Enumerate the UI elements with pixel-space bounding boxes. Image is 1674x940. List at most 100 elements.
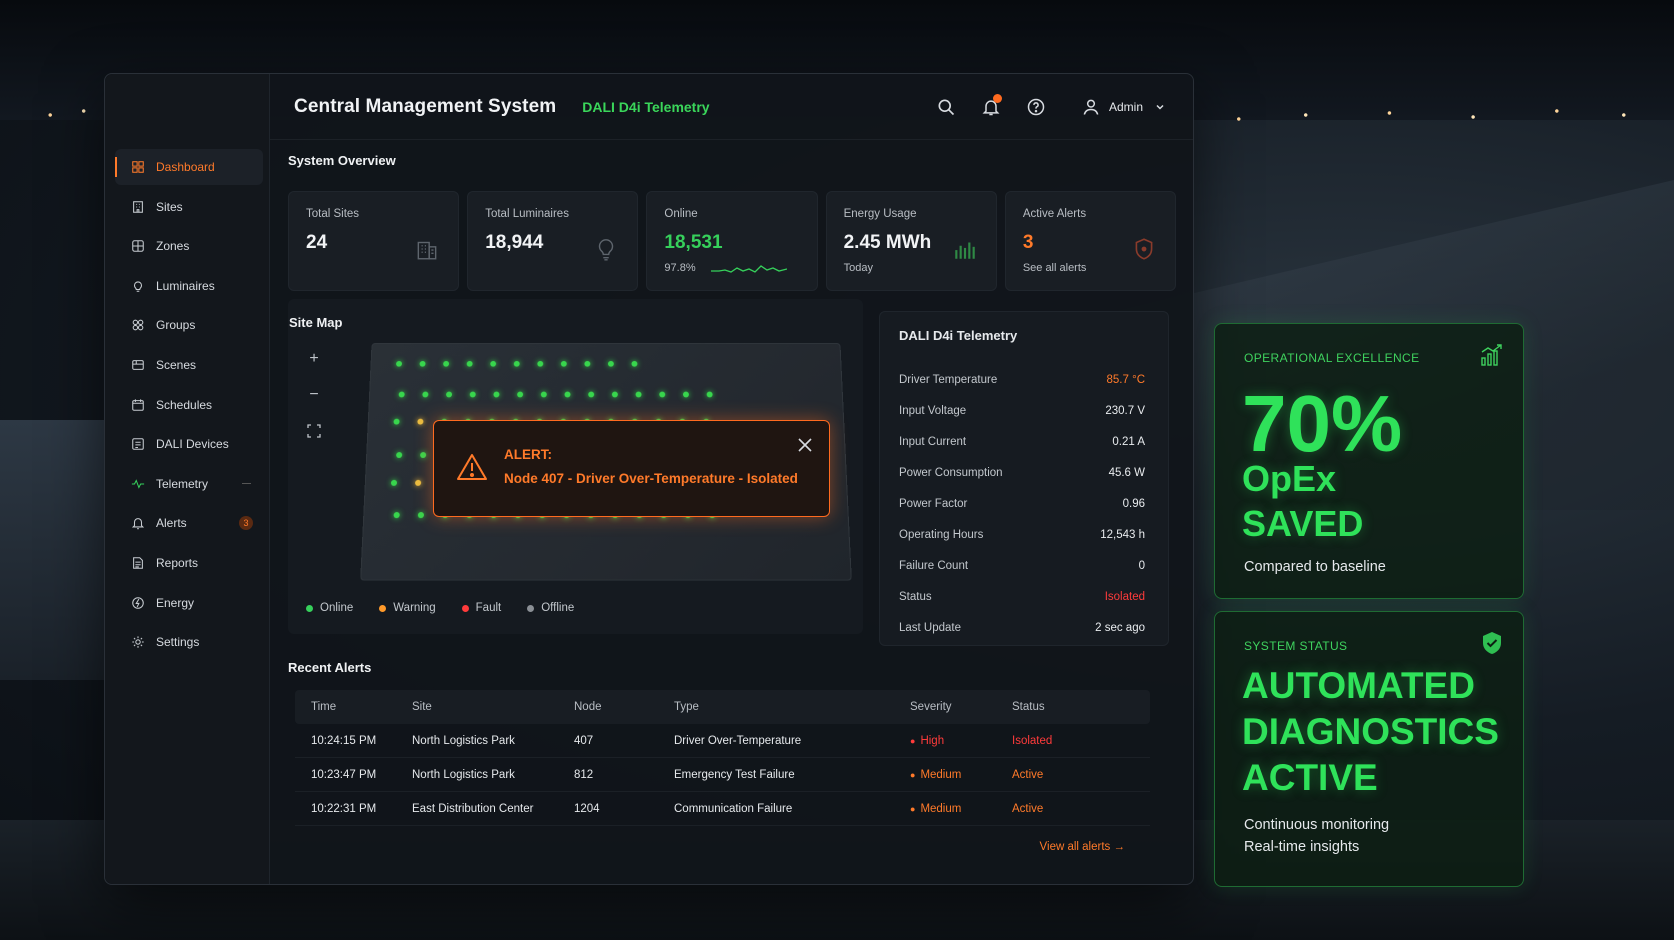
column-header[interactable]: Status (1012, 701, 1112, 713)
luminaire-marker[interactable] (513, 360, 520, 367)
legend-label: Warning (393, 602, 436, 614)
shield-alert-icon (1135, 238, 1153, 260)
sidebar-item-settings[interactable]: Settings (115, 624, 263, 660)
sidebar-item-alerts[interactable]: Alerts 3 (115, 505, 263, 541)
legend-online: Online (306, 602, 353, 614)
luminaire-marker[interactable] (490, 360, 497, 367)
card-energy-usage[interactable]: Energy Usage 2.45 MWh Today (825, 191, 997, 291)
sidebar-item-scenes[interactable]: Scenes (115, 347, 263, 383)
telemetry-value: 45.6 W (1108, 466, 1145, 479)
luminaire-marker[interactable] (493, 391, 500, 398)
card-active-alerts[interactable]: Active Alerts 3 See all alerts (1004, 191, 1177, 291)
close-icon[interactable] (795, 435, 815, 455)
cell-status: Active (1012, 768, 1044, 781)
luminaire-marker[interactable] (588, 391, 595, 398)
luminaire-marker[interactable] (395, 360, 403, 367)
see-all-alerts-link[interactable]: See all alerts (1023, 262, 1158, 274)
table-body: 10:24:15 PM North Logistics Park 407 Driver… (295, 724, 1150, 826)
luminaire-marker[interactable] (469, 391, 476, 398)
opex-promo-card: OPERATIONAL EXCELLENCE 70% OpEx SAVED Co… (1214, 323, 1524, 599)
sidebar-item-dali-devices[interactable]: DALI Devices (115, 426, 263, 462)
cell-site: North Logistics Park (412, 734, 515, 747)
sidebar-item-dashboard[interactable]: Dashboard (115, 149, 263, 185)
building-icon (417, 241, 437, 260)
luminaire-marker[interactable] (564, 391, 571, 398)
luminaire-marker[interactable] (443, 360, 450, 367)
sidebar-item-energy[interactable]: Energy (115, 585, 263, 621)
view-all-alerts-link[interactable]: View all alerts → (1040, 841, 1125, 853)
cell-status: Isolated (1012, 734, 1053, 747)
luminaire-marker[interactable] (631, 360, 638, 367)
luminaire-marker[interactable] (659, 391, 666, 398)
device-icon (130, 436, 146, 452)
luminaire-marker[interactable] (446, 391, 453, 398)
luminaire-marker[interactable] (682, 391, 689, 398)
card-online[interactable]: Online 18,531 97.8% (646, 191, 818, 291)
telemetry-label: Failure Count (899, 559, 969, 572)
system-status-promo-card: SYSTEM STATUS AUTOMATED DIAGNOSTICS ACTI… (1214, 611, 1524, 887)
table-row[interactable]: 10:22:31 PM East Distribution Center 1204 C… (295, 792, 1150, 826)
telemetry-row: Status Isolated (899, 581, 1145, 612)
telemetry-value: 12,543 h (1100, 528, 1145, 541)
sidebar-item-telemetry[interactable]: Telemetry (115, 466, 263, 502)
zoom-out-button[interactable]: − (298, 379, 330, 411)
luminaire-marker[interactable] (540, 391, 547, 398)
column-header[interactable]: Severity (910, 701, 1012, 713)
pulse-icon (130, 476, 146, 492)
luminaire-marker[interactable] (396, 452, 403, 459)
luminaire-marker[interactable] (398, 391, 405, 398)
luminaire-marker[interactable] (419, 360, 426, 367)
legend-fault: Fault (461, 602, 501, 614)
luminaire-marker[interactable] (517, 391, 524, 398)
card-sub: Today (843, 262, 873, 274)
sidebar-item-schedules[interactable]: Schedules (115, 387, 263, 423)
luminaire-marker[interactable] (390, 479, 398, 486)
user-menu[interactable]: Admin (1071, 90, 1173, 124)
overview-cards: Total Sites 24 Total Luminaires 18,944 O… (288, 191, 1177, 291)
sidebar-item-label: Luminaires (156, 278, 215, 293)
column-header[interactable]: Time (295, 701, 412, 713)
telemetry-value: 0 (1138, 559, 1145, 572)
table-row[interactable]: 10:24:15 PM North Logistics Park 407 Driver… (295, 724, 1150, 758)
fullscreen-button[interactable] (298, 415, 330, 447)
luminaire-marker[interactable] (414, 479, 422, 486)
warning-triangle-icon (457, 454, 487, 480)
app-subtitle: DALI D4i Telemetry (582, 98, 710, 115)
column-header[interactable]: Type (674, 701, 910, 713)
luminaire-marker[interactable] (417, 512, 425, 519)
search-button[interactable] (929, 90, 963, 124)
card-total-sites[interactable]: Total Sites 24 (288, 191, 460, 291)
luminaire-marker[interactable] (420, 452, 427, 459)
card-total-luminaires[interactable]: Total Luminaires 18,944 (467, 191, 639, 291)
luminaire-marker[interactable] (560, 360, 567, 367)
help-button[interactable] (1019, 90, 1053, 124)
luminaire-marker[interactable] (393, 418, 400, 425)
luminaire-marker[interactable] (706, 391, 713, 398)
table-row[interactable]: 10:23:47 PM North Logistics Park 812 Emerge… (295, 758, 1150, 792)
luminaire-marker[interactable] (537, 360, 544, 367)
sidebar-item-sites[interactable]: Sites (115, 189, 263, 225)
luminaire-marker[interactable] (635, 391, 642, 398)
sidebar-item-luminaires[interactable]: Luminaires (115, 268, 263, 304)
shield-check-icon (1483, 632, 1501, 654)
column-header[interactable]: Site (412, 701, 574, 713)
sidebar-item-zones[interactable]: Zones (115, 228, 263, 264)
notifications-button[interactable] (974, 90, 1008, 124)
legend-label: Online (320, 602, 354, 614)
telemetry-row: Power Consumption 45.6 W (899, 457, 1145, 488)
legend-dot (461, 604, 469, 612)
luminaire-marker[interactable] (611, 391, 618, 398)
luminaire-marker[interactable] (607, 360, 614, 367)
left-building-background (0, 420, 105, 680)
telemetry-row: Driver Temperature 85.7 °C (899, 364, 1145, 395)
sidebar-item-groups[interactable]: Groups (115, 307, 263, 343)
luminaire-marker[interactable] (584, 360, 591, 367)
luminaire-marker[interactable] (466, 360, 473, 367)
sidebar-item-reports[interactable]: Reports (115, 545, 263, 581)
luminaire-marker[interactable] (422, 391, 429, 398)
luminaire-marker[interactable] (393, 512, 400, 519)
column-header[interactable]: Node (574, 701, 674, 713)
luminaire-marker[interactable] (417, 418, 424, 425)
zoom-in-button[interactable]: + (298, 343, 330, 375)
online-sparkline (711, 265, 788, 273)
